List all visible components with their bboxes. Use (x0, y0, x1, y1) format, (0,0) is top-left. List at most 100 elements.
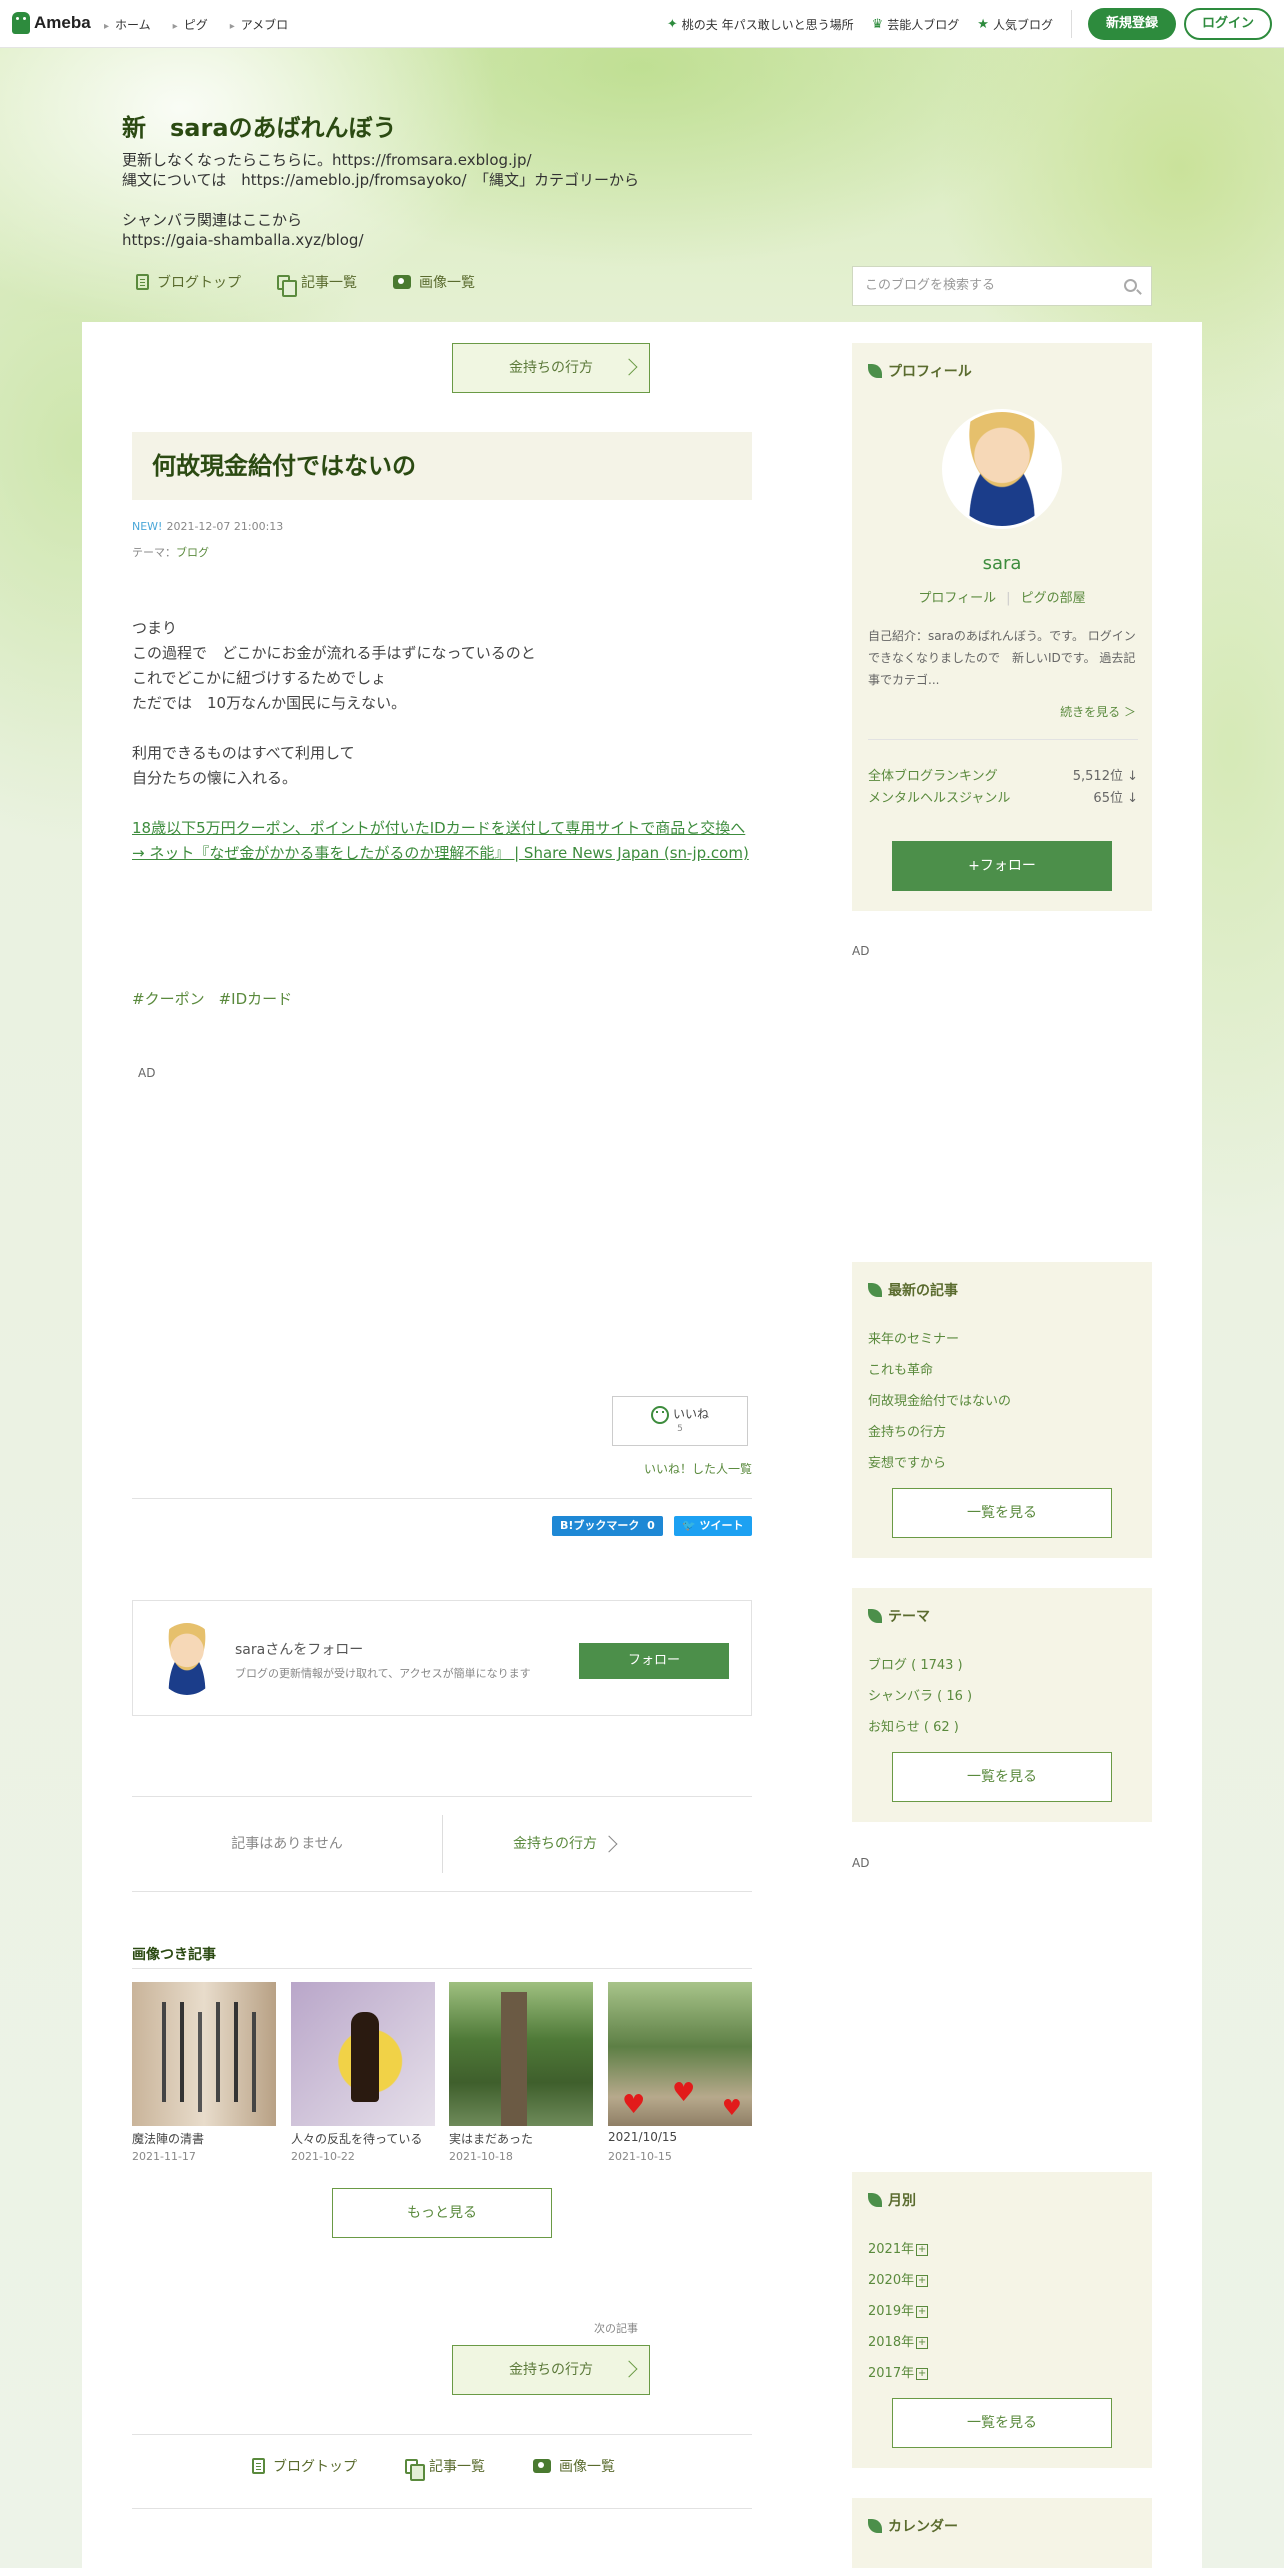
profile-link[interactable]: プロフィール (918, 591, 996, 606)
global-nav: ホーム ピグ アメブロ (104, 0, 288, 48)
expand-icon[interactable]: + (916, 2274, 929, 2287)
new-badge: NEW! (132, 520, 163, 533)
thumbnail-forest[interactable] (449, 1982, 593, 2126)
thumbnail-calligraphy[interactable] (132, 1982, 276, 2126)
article-external-link[interactable]: 18歳以下5万円クーポン、ポイントが付いたIDカードを送付して専用サイトで商品と… (132, 816, 756, 866)
next-entry-top-button[interactable]: 金持ちの行方 (452, 343, 650, 393)
image-list-link[interactable]: 画像一覧 (393, 272, 475, 292)
follow-card: saraさんをフォロー ブログの更新情報が受け取れて、アクセスが簡単になります … (132, 1600, 752, 1716)
thumbnail-caption[interactable]: 人々の反乱を待っている (291, 2130, 441, 2147)
image-list-link[interactable]: 画像一覧 (533, 2456, 615, 2476)
latest-entry[interactable]: 金持ちの行方 (868, 1421, 1011, 1452)
ranking-genre[interactable]: メンタルヘルスジャンル 65位 ↓ (868, 787, 1138, 806)
heart-icon: ♥ (622, 2090, 646, 2120)
profile-avatar[interactable] (942, 409, 1062, 529)
month-item[interactable]: 2020年 + (868, 2269, 929, 2300)
divider (132, 2434, 752, 2435)
thumbnail-caption[interactable]: 魔法陣の清書 (132, 2130, 282, 2147)
more-images-button[interactable]: もっと見る (332, 2188, 552, 2238)
latest-entry[interactable]: 何故現金給付ではないの (868, 1390, 1011, 1421)
search-icon[interactable] (1124, 279, 1137, 292)
theme-list-button[interactable]: 一覧を見る (892, 1752, 1112, 1802)
header-right: ✦ 桃の夫 年パス敢しいと思う場所 ♛ 芸能人ブログ ★ 人気ブログ 新規登録 ログイ… (667, 0, 1272, 48)
theme-item[interactable]: シャンバラ ( 16 ) (868, 1685, 972, 1716)
blog-search-input[interactable]: このブログを検索する (852, 266, 1152, 306)
like-users-link[interactable]: いいね！した人一覧 (600, 1460, 752, 1477)
blog-top-link[interactable]: ブログトップ (252, 2456, 357, 2476)
latest-heading: 最新の記事 (868, 1280, 958, 1300)
latest-entries-list: 来年のセミナー これも革命 何故現金給付ではないの 金持ちの行方 妄想ですから (868, 1328, 1011, 1483)
sidebar-ad-label: AD (852, 1856, 870, 1870)
thumbnail-painting[interactable] (291, 1982, 435, 2126)
heart-icon: ♥ (672, 2078, 696, 2108)
nav-pigg[interactable]: ピグ (173, 16, 208, 33)
next-entry-link[interactable]: 金持ちの行方 (457, 1797, 597, 1891)
month-item[interactable]: 2021年 + (868, 2238, 929, 2269)
latest-entry[interactable]: 来年のセミナー (868, 1328, 1011, 1359)
blog-title[interactable]: 新 saraのあばれんぼう (122, 108, 397, 143)
celebrity-blog-link[interactable]: ♛ 芸能人ブログ (872, 16, 960, 33)
expand-icon[interactable]: + (916, 2336, 929, 2349)
avatar (155, 1623, 219, 1695)
twitter-icon: 🐦 (682, 1519, 696, 1532)
theme-heading: テーマ (868, 1606, 930, 1626)
latest-entry[interactable]: 妄想ですから (868, 1452, 1011, 1483)
blog-description: 更新しなくなったらこちらに。https://fromsara.exblog.jp… (122, 151, 640, 249)
read-more-link[interactable]: 続きを見る ＞ (1060, 703, 1136, 720)
month-item[interactable]: 2017年 + (868, 2362, 929, 2393)
latest-list-button[interactable]: 一覧を見る (892, 1488, 1112, 1538)
ameba-logo[interactable]: Ameba (12, 12, 91, 34)
blog-nav: ブログトップ 記事一覧 画像一覧 (136, 272, 475, 297)
theme-item[interactable]: お知らせ ( 62 ) (868, 1716, 972, 1747)
expand-icon[interactable]: + (916, 2305, 929, 2318)
tweet-button[interactable]: 🐦 ツイート (674, 1516, 752, 1536)
thumbnail-caption[interactable]: 2021/10/15 (608, 2130, 758, 2144)
thumbnail-caption[interactable]: 実はまだあった (449, 2130, 599, 2147)
monthly-list-button[interactable]: 一覧を見る (892, 2398, 1112, 2448)
nav-ameblo[interactable]: アメブロ (230, 16, 288, 33)
hashtag-coupon[interactable]: #クーポン (132, 988, 205, 1009)
month-item[interactable]: 2019年 + (868, 2300, 929, 2331)
login-button[interactable]: ログイン (1183, 8, 1272, 40)
next-entry-bottom-button[interactable]: 金持ちの行方 (452, 2345, 650, 2395)
sidebar-follow-button[interactable]: +フォロー (892, 841, 1112, 891)
profile-heading: プロフィール (868, 361, 972, 381)
ranking-overall[interactable]: 全体ブログランキング 5,512位 ↓ (868, 765, 1138, 784)
theme-link[interactable]: ブログ (176, 546, 209, 559)
hashtag-idcard[interactable]: #IDカード (219, 988, 293, 1009)
thumbnail-date: 2021-10-22 (291, 2150, 355, 2163)
pigg-room-link[interactable]: ピグの部屋 (1021, 591, 1086, 606)
leaf-icon (868, 364, 882, 378)
trend-link[interactable]: ✦ 桃の夫 年パス敢しいと思う場所 (667, 16, 854, 33)
nav-home[interactable]: ホーム (104, 16, 151, 33)
monthly-archive-panel: 月別 2021年 + 2020年 + 2019年 + 2018年 + 2017年 + 一覧… (852, 2172, 1152, 2468)
crown-icon: ♛ (871, 16, 884, 32)
profile-panel: プロフィール sara プロフィール | ピグの部屋 自己紹介：saraのあばれんぼ… (852, 343, 1152, 911)
entry-list-link[interactable]: 記事一覧 (405, 2456, 485, 2481)
thumbnail-hearts[interactable]: ♥ ♥ ♥ (608, 1982, 752, 2126)
latest-entry[interactable]: これも革命 (868, 1359, 1011, 1390)
thumbnail-date: 2021-11-17 (132, 2150, 196, 2163)
next-entry-label: 次の記事 (594, 2322, 638, 2335)
follow-description: ブログの更新情報が受け取れて、アクセスが簡単になります (235, 1667, 531, 1680)
popular-blog-link[interactable]: ★ 人気ブログ (977, 16, 1053, 33)
register-button[interactable]: 新規登録 (1087, 8, 1176, 40)
like-button[interactable]: いいね 5 (612, 1396, 748, 1446)
entry-list-link[interactable]: 記事一覧 (277, 272, 357, 297)
article-meta: NEW! 2021-12-07 21:00:13 (132, 520, 283, 533)
calendar-panel: カレンダー (852, 2498, 1152, 2568)
hatena-bookmark-button[interactable]: B!ブックマーク 0 (552, 1516, 663, 1536)
article-title[interactable]: 何故現金給付ではないの (132, 432, 752, 500)
like-count: 5 (677, 1423, 683, 1434)
camera-icon (533, 2459, 551, 2473)
blog-top-link[interactable]: ブログトップ (136, 272, 241, 292)
expand-icon[interactable]: + (916, 2367, 929, 2380)
profile-name[interactable]: sara (852, 553, 1152, 574)
camera-icon (393, 275, 411, 289)
follow-button[interactable]: フォロー (579, 1643, 729, 1679)
expand-icon[interactable]: + (916, 2243, 929, 2256)
ad-label: AD (138, 1066, 156, 1080)
theme-item[interactable]: ブログ ( 1743 ) (868, 1654, 972, 1685)
month-item[interactable]: 2018年 + (868, 2331, 929, 2362)
divider (1070, 10, 1072, 38)
